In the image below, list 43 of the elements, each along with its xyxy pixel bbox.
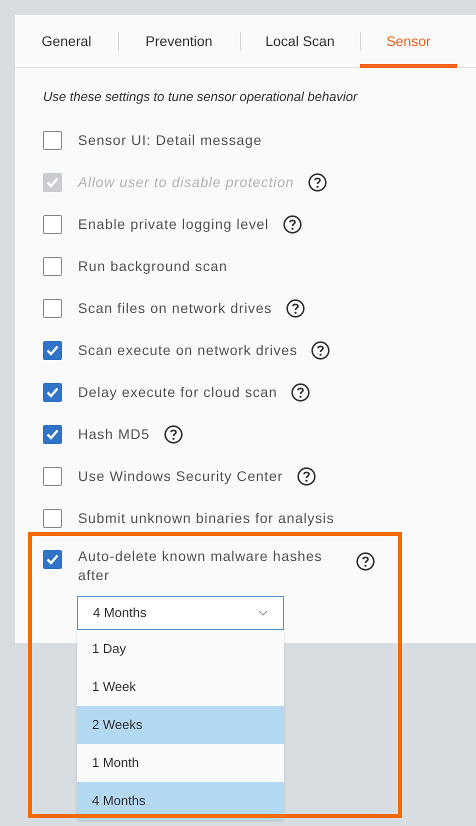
checkbox[interactable] <box>43 466 62 486</box>
setting-label: Enable private logging level <box>78 214 269 234</box>
dropdown-option[interactable]: 2 Weeks <box>77 706 284 744</box>
tab[interactable]: Prevention <box>118 15 240 68</box>
setting-label: Scan files on network drives <box>78 298 272 318</box>
tab[interactable]: General <box>15 15 118 68</box>
setting-label: Sensor UI: Detail message <box>78 130 262 150</box>
chevron-down-icon <box>258 610 268 616</box>
setting-label: Hash MD5 <box>78 424 150 444</box>
setting-label: Delay execute for cloud scan <box>78 382 278 402</box>
checkbox[interactable] <box>43 298 62 318</box>
help-icon[interactable] <box>291 382 310 402</box>
check-icon <box>46 428 59 440</box>
setting-label: Use Windows Security Center <box>78 466 283 486</box>
intro-text: Use these settings to tune sensor operational behavior <box>43 88 359 106</box>
check-icon <box>46 386 59 398</box>
check-icon <box>46 344 59 356</box>
checkbox[interactable] <box>43 424 62 444</box>
setting-label: Run background scan <box>78 256 228 276</box>
checkbox[interactable] <box>43 508 62 528</box>
checkbox[interactable] <box>43 256 62 276</box>
checkbox[interactable] <box>43 214 62 234</box>
setting-label: Allow user to disable protection <box>78 172 294 192</box>
dropdown-option[interactable]: 1 Day <box>77 630 284 668</box>
tab[interactable]: Local Scan <box>240 15 360 68</box>
help-icon[interactable] <box>282 214 302 234</box>
help-icon[interactable] <box>311 340 330 360</box>
help-icon[interactable] <box>296 466 316 486</box>
help-icon[interactable] <box>286 298 305 318</box>
duration-select[interactable]: 4 Months <box>77 596 284 630</box>
help-icon[interactable] <box>356 552 375 571</box>
setting-label: Submit unknown binaries for analysis <box>78 508 334 528</box>
setting-label: Scan execute on network drives <box>78 340 298 360</box>
check-icon <box>46 176 59 188</box>
checkbox[interactable] <box>43 382 62 402</box>
setting-label: Auto-delete known malware hashes after <box>78 547 324 585</box>
check-icon <box>46 554 59 565</box>
help-icon[interactable] <box>164 424 183 444</box>
dropdown-option[interactable]: 1 Month <box>77 744 284 782</box>
checkbox[interactable] <box>43 550 62 569</box>
dropdown-option[interactable]: 1 Week <box>77 668 284 706</box>
checkbox[interactable] <box>43 340 62 360</box>
checkbox[interactable] <box>43 130 62 150</box>
